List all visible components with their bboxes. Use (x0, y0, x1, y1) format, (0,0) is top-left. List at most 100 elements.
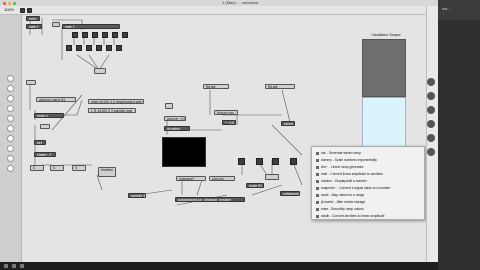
toggle[interactable] (290, 158, 297, 165)
number-box[interactable] (165, 103, 173, 109)
message-box[interactable]: timeline (98, 167, 116, 177)
message-box[interactable]: groove~ 4 buf (164, 116, 186, 121)
calendar-icon[interactable] (7, 135, 14, 142)
toggle[interactable] (82, 32, 88, 38)
menu-item[interactable]: line~ - Linear ramp generator (314, 164, 424, 170)
object-icon (316, 200, 319, 204)
zoom-window-button[interactable] (13, 1, 16, 5)
patch-object[interactable]: set (34, 140, 46, 145)
patch-object[interactable]: route s (34, 113, 64, 118)
settings-icon[interactable] (427, 148, 435, 156)
mail-icon[interactable] (7, 115, 14, 122)
message-box[interactable]: plot.voc. (209, 176, 235, 181)
minimize-window-button[interactable] (8, 1, 11, 5)
patch-object[interactable]: subsample $1 (280, 191, 300, 196)
patch-object[interactable]: append name $1 (36, 97, 76, 102)
toggle[interactable] (66, 45, 72, 51)
lock-icon[interactable] (12, 264, 16, 268)
toggle[interactable] (122, 32, 128, 38)
toggle[interactable] (112, 32, 118, 38)
number-box[interactable] (265, 174, 279, 180)
menu-item[interactable]: scale - Map values to a range (314, 192, 424, 198)
project-icon[interactable] (427, 134, 435, 142)
message-box[interactable] (52, 22, 60, 27)
object-icon (316, 158, 319, 162)
settings-icon[interactable] (7, 125, 14, 132)
menu-item[interactable]: jit.matrix - Jitter matrix storage (314, 199, 424, 205)
help-icon[interactable] (427, 92, 435, 100)
message-box[interactable]: ffd.tail (265, 84, 295, 89)
number-box[interactable]: 0. (50, 165, 64, 171)
object-icon (316, 193, 319, 197)
object-icon (316, 151, 319, 155)
patch-object[interactable]: print (26, 16, 40, 21)
zoom-level[interactable]: 100% (4, 7, 14, 13)
toggle[interactable] (102, 32, 108, 38)
console-icon[interactable] (427, 120, 435, 128)
presentation-icon[interactable] (20, 264, 24, 268)
message-box[interactable] (26, 80, 36, 85)
patch-object[interactable]: scale $1 (246, 183, 264, 188)
scope-display[interactable] (362, 39, 406, 97)
message-box[interactable]: sfold 44100 0.3 downloaded.wav (88, 99, 144, 104)
patch-object[interactable]: gate 1 (62, 24, 120, 29)
scope-display-lower[interactable] (362, 97, 406, 149)
patch-object[interactable]: scope $1 (281, 121, 295, 126)
left-tool-strip (0, 15, 22, 266)
patch-object[interactable]: gate 1 (26, 24, 42, 29)
message-box[interactable] (40, 124, 50, 129)
menu-item[interactable]: number - Display/edit a number (314, 178, 424, 184)
inspector-icon[interactable] (427, 78, 435, 86)
patch-object[interactable]: autostopped-pp_distance_breaker (175, 197, 245, 202)
toggle[interactable] (72, 32, 78, 38)
object-suggestion-menu[interactable]: bar - Generate stereo ramp dummy - Scale… (311, 146, 425, 220)
toggle[interactable] (96, 45, 102, 51)
clock-icon[interactable] (7, 75, 14, 82)
scope-label: Oscillator Scope (371, 32, 401, 37)
toggle[interactable] (86, 45, 92, 51)
chrome-icon[interactable] (7, 105, 14, 112)
message-box[interactable]: snapshot~ (176, 176, 206, 181)
toggle[interactable] (238, 158, 245, 165)
message-box[interactable]: flonum vpc (214, 110, 238, 115)
patch-object[interactable]: sample $1 (128, 193, 146, 198)
toggle[interactable] (272, 158, 279, 165)
number-box[interactable]: 0. (72, 165, 86, 171)
menu-item[interactable]: snapshot~ - Convert a signal value to a … (314, 185, 424, 191)
right-panel-label: Ins... (442, 6, 451, 11)
menu-item[interactable]: ease - Smoothly ramp values (314, 206, 424, 212)
object-icon (316, 179, 319, 183)
menu-item[interactable]: mstr - Convert linear amplitude to decib… (314, 171, 424, 177)
number-box[interactable]: 0. (30, 165, 44, 171)
toggle[interactable] (92, 32, 98, 38)
video-display[interactable] (162, 137, 206, 167)
music-icon[interactable] (7, 145, 14, 152)
toggle[interactable] (116, 45, 122, 51)
safari-icon[interactable] (7, 95, 14, 102)
map-icon[interactable] (7, 85, 14, 92)
message-box[interactable]: L R 44100 0 3 sample.wav (88, 108, 136, 113)
lock-icon[interactable] (20, 8, 25, 13)
number-box[interactable] (94, 68, 106, 74)
object-icon (316, 165, 319, 169)
message-box[interactable]: ffd.tail (203, 84, 229, 89)
menu-item[interactable]: dummy - Scale numbers exponentially (314, 157, 424, 163)
close-window-button[interactable] (3, 1, 6, 5)
grid-icon[interactable] (4, 264, 8, 268)
patch-object[interactable]: sfplay~ 2 (34, 152, 56, 157)
presentation-icon[interactable] (27, 8, 32, 13)
object-icon (316, 214, 319, 218)
reference-icon[interactable] (427, 106, 435, 114)
scope-panel: Oscillator Scope (360, 30, 408, 150)
object-icon (316, 186, 319, 190)
toggle[interactable] (106, 45, 112, 51)
menu-item[interactable]: bar - Generate stereo ramp (314, 150, 424, 156)
menu-item[interactable]: atodb - Convert decibels to linear ampli… (314, 213, 424, 219)
toggle[interactable] (256, 158, 263, 165)
patch-object[interactable]: jit.matrix (164, 126, 190, 131)
toggle[interactable] (76, 45, 82, 51)
trash-icon[interactable] (7, 165, 14, 172)
finder-icon[interactable] (7, 155, 14, 162)
patcher-toolbar: 100% (0, 6, 438, 15)
patch-object[interactable]: *~ 0.5 (222, 120, 236, 125)
